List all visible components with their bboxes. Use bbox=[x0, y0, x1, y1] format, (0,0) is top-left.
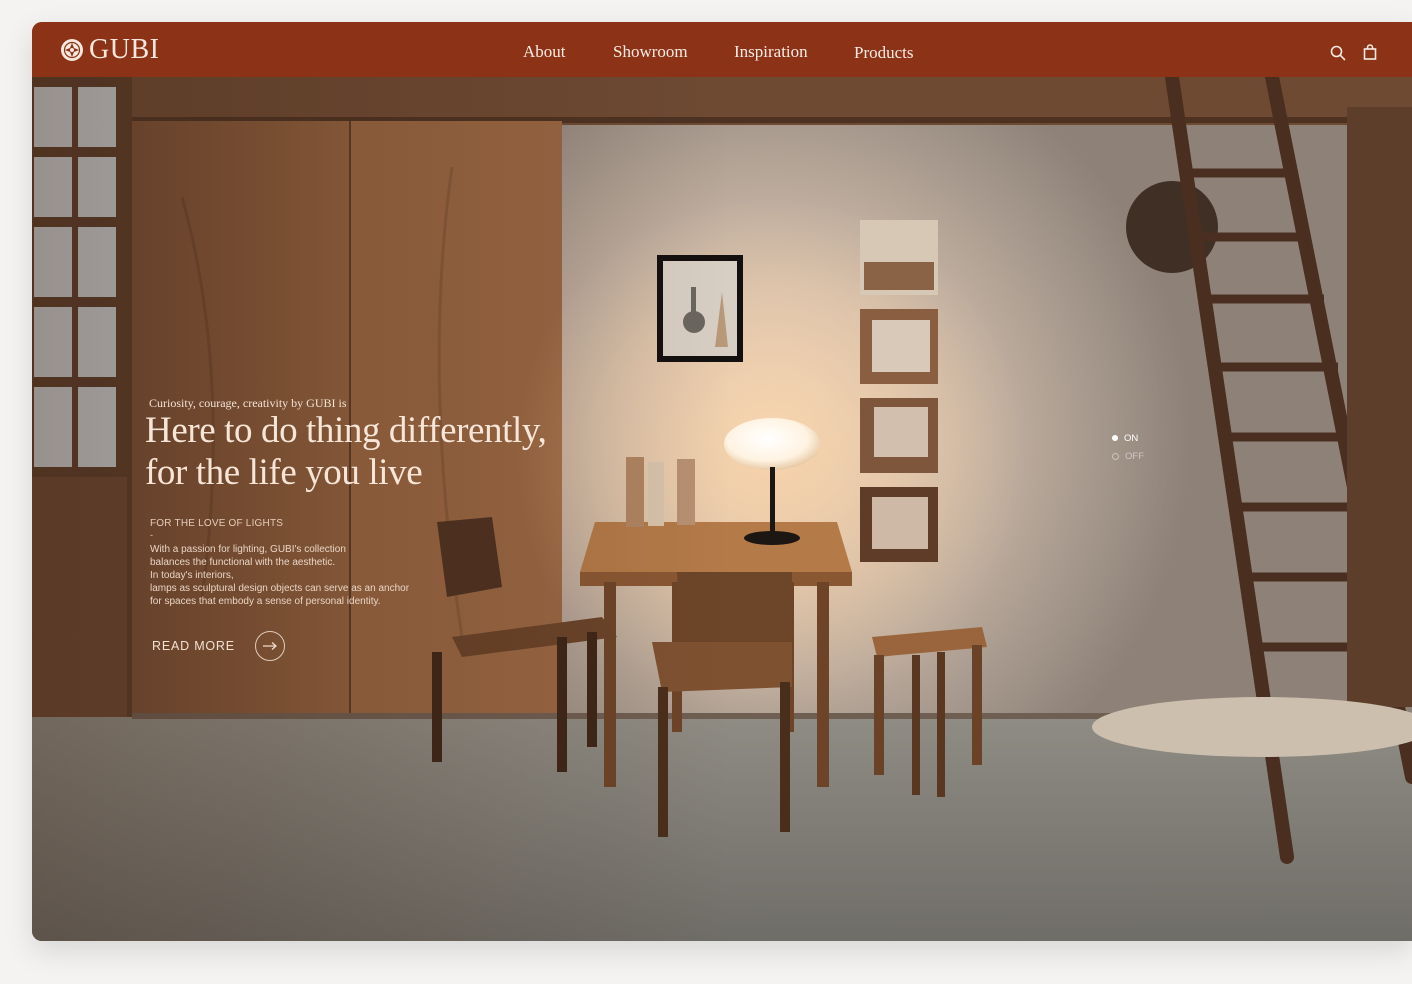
nav-link-about[interactable]: About bbox=[523, 42, 566, 62]
shopping-bag-icon[interactable] bbox=[1361, 43, 1379, 61]
light-toggle: ON OFF bbox=[1112, 429, 1144, 465]
nav-link-products[interactable]: Products bbox=[854, 43, 914, 63]
section-label: FOR THE LOVE OF LIGHTS bbox=[150, 518, 284, 529]
section-divider-dash: - bbox=[150, 530, 153, 540]
top-navigation: GUBI About Showroom Inspiration Products bbox=[32, 22, 1412, 77]
brand-logo[interactable]: GUBI bbox=[60, 36, 159, 64]
toggle-option-on[interactable]: ON bbox=[1112, 429, 1144, 447]
hero-description-line: lamps as sculptural design objects can s… bbox=[150, 583, 410, 594]
arrow-right-icon[interactable] bbox=[254, 631, 285, 661]
radio-unselected-icon bbox=[1112, 452, 1119, 460]
search-icon[interactable] bbox=[1329, 44, 1347, 62]
read-more-button[interactable]: READ MORE bbox=[152, 630, 285, 662]
toggle-option-off[interactable]: OFF bbox=[1112, 447, 1144, 465]
hero-description-line: for spaces that embody a sense of person… bbox=[150, 596, 381, 607]
hero-description: With a passion for lighting, GUBI's coll… bbox=[150, 543, 409, 608]
browser-frame: GUBI About Showroom Inspiration Products bbox=[32, 22, 1412, 941]
hero-eyebrow: Curiosity, courage, creativity by GUBI i… bbox=[149, 396, 347, 410]
hero-description-line: balances the functional with the aesthet… bbox=[150, 557, 336, 568]
gubi-emblem-icon bbox=[61, 39, 83, 61]
hero-headline-line-1: Here to do thing differently, bbox=[145, 410, 547, 451]
hero-scene: Curiosity, courage, creativity by GUBI i… bbox=[32, 70, 1412, 941]
nav-link-showroom[interactable]: Showroom bbox=[613, 42, 688, 62]
hero-headline: Here to do thing differently, for the li… bbox=[145, 410, 547, 494]
hero-description-line: With a passion for lighting, GUBI's coll… bbox=[150, 544, 346, 555]
radio-selected-icon bbox=[1112, 435, 1118, 441]
text-readability-overlay bbox=[32, 77, 732, 941]
read-more-label: READ MORE bbox=[152, 639, 235, 653]
nav-link-inspiration[interactable]: Inspiration bbox=[734, 42, 808, 62]
brand-name: GUBI bbox=[89, 34, 160, 65]
hero-description-line: In today's interiors, bbox=[150, 570, 234, 581]
hero-headline-line-2: for the life you live bbox=[145, 452, 423, 493]
toggle-label-on: ON bbox=[1124, 432, 1139, 444]
toggle-label-off: OFF bbox=[1125, 450, 1144, 462]
